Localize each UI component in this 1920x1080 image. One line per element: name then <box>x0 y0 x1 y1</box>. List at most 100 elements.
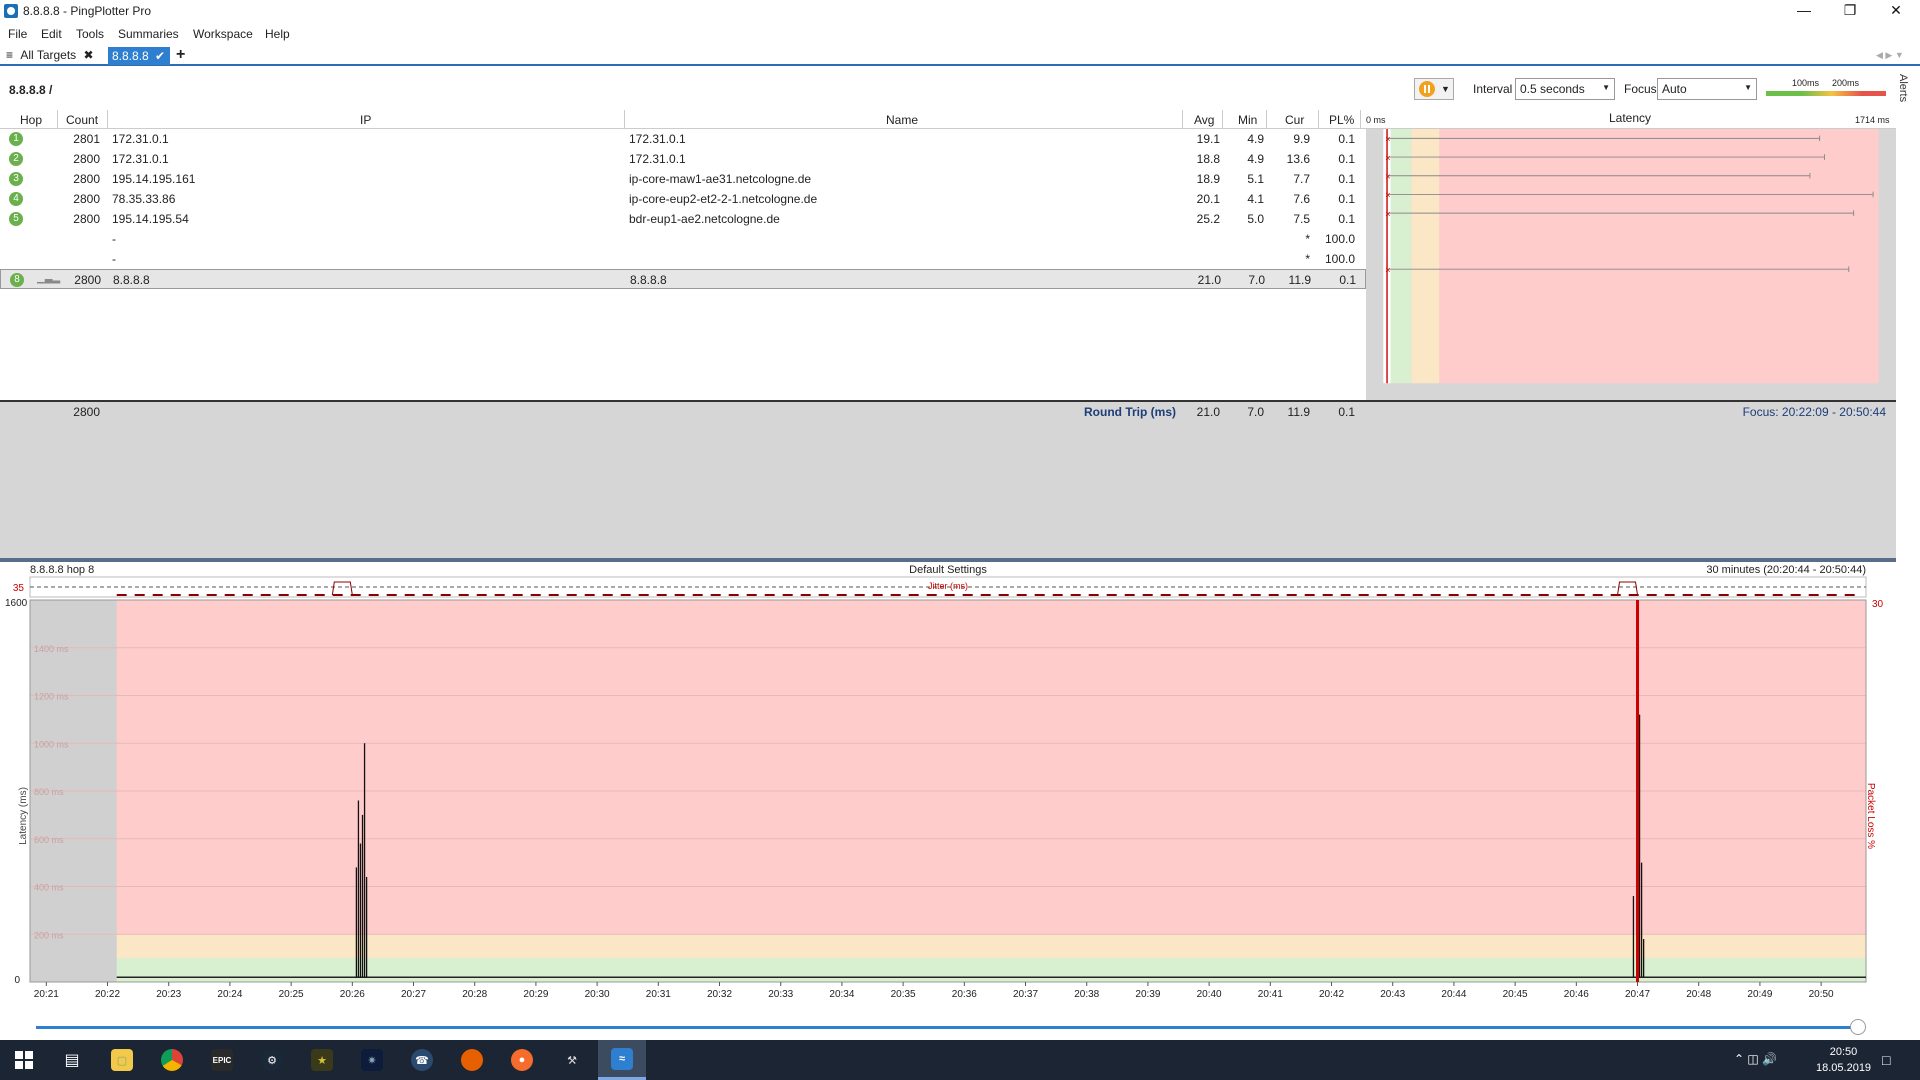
cell-avg: 21.0 <box>1197 273 1221 287</box>
header-cur[interactable]: Cur <box>1285 113 1304 127</box>
x-tick-label: 20:38 <box>1074 989 1099 1000</box>
table-row[interactable]: - * 100.0 <box>0 249 1366 269</box>
x-tick-label: 20:43 <box>1380 989 1405 1000</box>
cell-pl: 0.1 <box>1338 212 1355 226</box>
table-row[interactable]: 1 2801 172.31.0.1 172.31.0.1 19.1 4.9 9.9 0.1 <box>0 129 1366 149</box>
menu-workspace[interactable]: Workspace <box>193 27 253 41</box>
focus-label: Focus <box>1624 82 1657 96</box>
cell-pl: 100.0 <box>1324 232 1355 246</box>
table-row[interactable]: - * 100.0 <box>0 229 1366 249</box>
y-tick-label: 200 ms <box>34 930 64 940</box>
interval-select[interactable]: 0.5 seconds ▼ <box>1515 78 1615 100</box>
cell-count: 2800 <box>73 172 100 186</box>
tray-icons[interactable]: ⌃ ◫ 🔊 <box>1734 1052 1777 1066</box>
chrome-icon[interactable] <box>148 1040 196 1080</box>
focus-select[interactable]: Auto ▼ <box>1657 78 1757 100</box>
tab-all-targets[interactable]: ≡ All Targets ✖ <box>6 48 94 62</box>
add-tab-button[interactable]: + <box>176 46 185 64</box>
header-min[interactable]: Min <box>1238 113 1257 127</box>
header-hop[interactable]: Hop <box>20 113 42 127</box>
time-range-slider[interactable] <box>36 1019 1866 1035</box>
y-tick-label: 1000 ms <box>34 739 69 749</box>
firefox-icon[interactable] <box>448 1040 496 1080</box>
alerts-tab[interactable]: Alerts <box>1897 74 1909 102</box>
hop-badge: 2 <box>9 152 23 166</box>
header-latency[interactable]: Latency <box>1609 111 1651 125</box>
y-axis-label: Latency (ms) <box>18 787 29 845</box>
table-row[interactable]: 4 2800 78.35.33.86 ip-core-eup2-et2-2-1.net… <box>0 189 1366 209</box>
graph-toggle-icon[interactable]: ▁▃▂ <box>37 273 60 284</box>
header-name[interactable]: Name <box>886 113 918 127</box>
x-tick-label: 20:41 <box>1258 989 1283 1000</box>
maximize-button[interactable]: ❐ <box>1827 0 1873 22</box>
table-row[interactable]: 8 ▁▃▂ 2800 8.8.8.8 8.8.8.8 21.0 7.0 11.9 0.1 <box>0 269 1366 289</box>
teamspeak-icon[interactable]: ☎ <box>398 1040 446 1080</box>
header-ip[interactable]: IP <box>360 113 371 127</box>
round-trip-pl: 0.1 <box>1338 405 1355 419</box>
origin-icon[interactable]: ● <box>498 1040 546 1080</box>
explorer-icon[interactable]: ▢ <box>98 1040 146 1080</box>
time-graph-panel: 8.8.8.8 hop 8 Default Settings 30 minute… <box>0 558 1896 1035</box>
notification-icon[interactable]: □ <box>1882 1052 1890 1068</box>
windows-icon[interactable] <box>0 1040 48 1080</box>
cell-pl: 0.1 <box>1338 172 1355 186</box>
table-row[interactable]: 2 2800 172.31.0.1 172.31.0.1 18.8 4.9 13.6 0.1 <box>0 149 1366 169</box>
app-icon[interactable]: ★ <box>298 1040 346 1080</box>
table-row[interactable]: 3 2800 195.14.195.161 ip-core-maw1-ae31.net… <box>0 169 1366 189</box>
tab-target[interactable]: 8.8.8.8 ✔ <box>108 47 170 65</box>
close-button[interactable]: ✕ <box>1873 0 1919 22</box>
header-pl[interactable]: PL% <box>1329 113 1354 127</box>
task-view-icon[interactable]: ▤ <box>48 1040 96 1080</box>
close-tab-icon[interactable]: ✖ <box>84 48 94 62</box>
cell-cur: 11.9 <box>1288 273 1311 287</box>
cell-name: 172.31.0.1 <box>629 152 686 166</box>
pingplotter-icon[interactable]: ≈ <box>598 1040 646 1080</box>
steam-icon[interactable]: ⚙ <box>248 1040 296 1080</box>
minimize-button[interactable]: — <box>1781 0 1827 22</box>
hop-badge: 1 <box>9 132 23 146</box>
menu-help[interactable]: Help <box>265 27 290 41</box>
cell-ip: 172.31.0.1 <box>112 132 169 146</box>
pause-button[interactable]: ▼ <box>1414 78 1454 100</box>
latency-zone-bad <box>1439 129 1879 384</box>
latency-min-label: 0 ms <box>1366 115 1386 125</box>
header-count[interactable]: Count <box>66 113 98 127</box>
round-trip-cur: 11.9 <box>1287 405 1310 419</box>
tab-scroll-icons[interactable]: ◀ ▶ ▼ <box>1876 50 1904 61</box>
cell-pl: 0.1 <box>1338 192 1355 206</box>
check-icon: ✔ <box>155 49 166 63</box>
zone-warn <box>30 934 1866 959</box>
x-tick-label: 20:40 <box>1197 989 1222 1000</box>
cell-name: ip-core-eup2-et2-2-1.netcologne.de <box>629 192 818 206</box>
menu-edit[interactable]: Edit <box>41 27 62 41</box>
table-row[interactable]: 5 2800 195.14.195.54 bdr-eup1-ae2.netcologn… <box>0 209 1366 229</box>
cell-avg: 25.2 <box>1196 212 1220 226</box>
x-tick-label: 20:25 <box>279 989 304 1000</box>
zone-good <box>30 958 1866 982</box>
tab-target-label: 8.8.8.8 <box>112 49 149 63</box>
tool-icon[interactable]: ⚒ <box>548 1040 596 1080</box>
latency-avg-marker: × <box>1385 171 1390 181</box>
header-avg[interactable]: Avg <box>1194 113 1214 127</box>
cell-ip: - <box>112 232 116 246</box>
x-tick-label: 20:44 <box>1441 989 1466 1000</box>
column-separator <box>1360 110 1361 129</box>
window-title: 8.8.8.8 - PingPlotter Pro <box>23 4 152 18</box>
cell-count: 2801 <box>73 132 100 146</box>
cell-cur: 7.6 <box>1293 192 1310 206</box>
clock[interactable]: 20:50 18.05.2019 <box>1816 1044 1871 1076</box>
y-tick-label: 400 ms <box>34 883 64 893</box>
jitter-max-label: 35 <box>13 583 25 594</box>
cell-count: 2800 <box>74 273 101 287</box>
menu-summaries[interactable]: Summaries <box>118 27 179 41</box>
column-separator <box>57 110 58 129</box>
app2-icon[interactable]: ✷ <box>348 1040 396 1080</box>
menu-tools[interactable]: Tools <box>76 27 104 41</box>
chart-right-title: 30 minutes (20:20:44 - 20:50:44) <box>1706 564 1866 576</box>
menu-file[interactable]: File <box>8 27 27 41</box>
tab-bar: ≡ All Targets ✖ 8.8.8.8 ✔ + ◀ ▶ ▼ <box>0 46 1920 66</box>
time-graph[interactable]: 8.8.8.8 hop 8 Default Settings 30 minute… <box>0 562 1896 1028</box>
epic-icon[interactable]: EPIC <box>198 1040 246 1080</box>
cell-min: 5.0 <box>1247 212 1264 226</box>
slider-handle[interactable] <box>1850 1019 1866 1035</box>
